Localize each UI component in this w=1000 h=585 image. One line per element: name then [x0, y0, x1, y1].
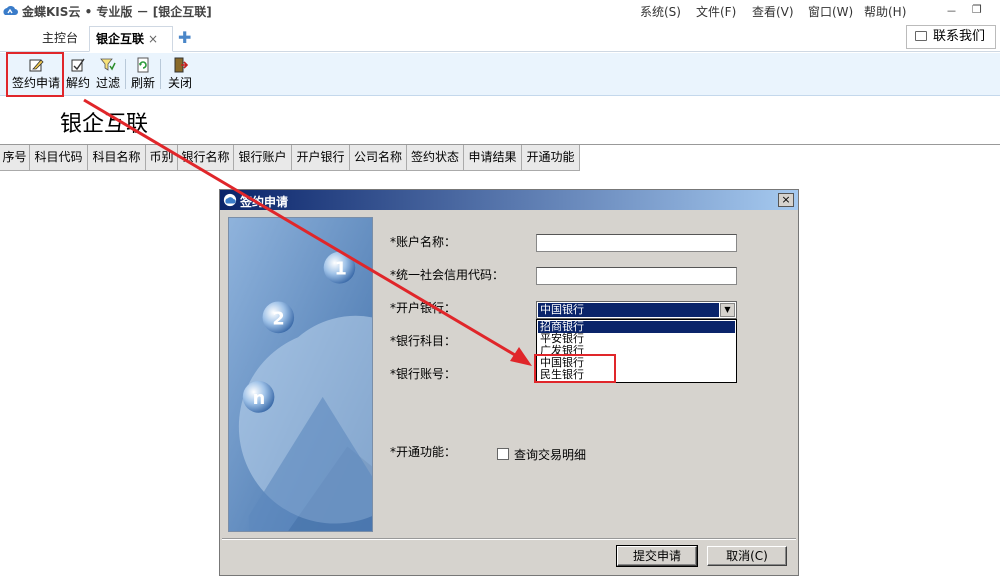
unsign-button[interactable]: 解约: [64, 55, 92, 93]
col-bank-name[interactable]: 银行名称: [178, 145, 234, 171]
contact-us-button[interactable]: 联系我们: [906, 25, 996, 49]
account-number-label: *银行账号：: [390, 367, 457, 381]
svg-text:2: 2: [272, 308, 284, 329]
credit-code-label: *统一社会信用代码：: [390, 268, 505, 282]
svg-text:1: 1: [335, 259, 347, 280]
dialog-close-button[interactable]: ×: [778, 193, 794, 207]
col-currency[interactable]: 币别: [146, 145, 178, 171]
col-open-bank[interactable]: 开户银行: [292, 145, 350, 171]
menu-system[interactable]: 系统(S): [640, 3, 696, 20]
contact-label: 联系我们: [933, 29, 986, 44]
sign-apply-highlight: [6, 52, 64, 97]
refresh-label: 刷新: [130, 76, 155, 90]
page-title: 银企互联: [60, 112, 149, 137]
chevron-down-icon[interactable]: ▼: [720, 303, 735, 317]
sign-apply-dialog: 签约申请 × 1 2 n *账户名称： *统一社会信用代码： *开户银行： 中国…: [219, 189, 799, 576]
dialog-title-bar: 签约申请 ×: [220, 190, 798, 210]
col-function[interactable]: 开通功能: [522, 145, 580, 171]
tab-close-icon[interactable]: ×: [148, 32, 158, 46]
grid-header: 序号 科目代码 科目名称 币别 银行名称 银行账户 开户银行 公司名称 签约状态…: [0, 145, 580, 171]
chat-icon: [915, 31, 927, 41]
app-logo-icon: [223, 193, 237, 207]
toolbar-divider: [125, 59, 126, 89]
col-subject-name[interactable]: 科目名称: [88, 145, 146, 171]
dialog-title: 签约申请: [240, 195, 289, 209]
unsign-label: 解约: [65, 76, 90, 90]
query-detail-checkbox[interactable]: [497, 448, 509, 460]
close-label: 关闭: [167, 76, 192, 90]
col-company-name[interactable]: 公司名称: [350, 145, 407, 171]
col-bank-account[interactable]: 银行账户: [234, 145, 292, 171]
account-name-label: *账户名称：: [390, 235, 457, 249]
col-subject-code[interactable]: 科目代码: [30, 145, 88, 171]
title-bar: 金蝶KIS云 • 专业版 － [银企互联] 系统(S) 文件(F) 查看(V) …: [0, 0, 1000, 22]
submit-button[interactable]: 提交申请: [616, 545, 698, 567]
filter-label: 过滤: [95, 76, 120, 90]
tab-bank-enterprise[interactable]: 银企互联 ×: [89, 26, 173, 52]
cancel-button[interactable]: 取消(C): [707, 546, 787, 566]
col-sign-status[interactable]: 签约状态: [407, 145, 464, 171]
col-apply-result[interactable]: 申请结果: [464, 145, 522, 171]
menu-bar: 系统(S) 文件(F) 查看(V) 窗口(W) 帮助(H): [640, 3, 920, 20]
open-bank-label: *开户银行：: [390, 301, 457, 315]
exit-icon: [174, 57, 188, 73]
bank-subject-label: *银行科目：: [390, 334, 457, 348]
menu-view[interactable]: 查看(V): [752, 3, 808, 20]
query-detail-label: 查询交易明细: [514, 448, 587, 462]
dialog-divider: [222, 538, 796, 540]
window-title: 金蝶KIS云 • 专业版 － [银企互联]: [22, 5, 212, 19]
wizard-banner-image: 1 2 n: [228, 217, 373, 532]
account-name-input[interactable]: [536, 234, 737, 252]
open-bank-select[interactable]: 中国银行 ▼: [536, 301, 737, 319]
function-label: *开通功能：: [390, 445, 457, 459]
app-logo-icon: [3, 5, 18, 15]
col-index[interactable]: 序号: [0, 145, 30, 171]
menu-help[interactable]: 帮助(H): [864, 3, 920, 20]
bank-option-highlight: [534, 354, 616, 383]
filter-button[interactable]: 过滤: [94, 55, 122, 93]
menu-file[interactable]: 文件(F): [696, 3, 752, 20]
tab-bar: 主控台 银企互联 × ✚ 联系我们: [0, 22, 1000, 52]
unsign-icon: [71, 58, 85, 72]
restore-button[interactable]: ❐: [972, 3, 982, 16]
toolbar: 签约申请 解约 过滤 刷新 关闭: [0, 53, 1000, 96]
toolbar-divider: [160, 59, 161, 89]
tab-home[interactable]: 主控台: [36, 26, 88, 52]
refresh-icon: [137, 57, 149, 73]
tab-home-label: 主控台: [42, 31, 79, 45]
close-button[interactable]: 关闭: [165, 55, 195, 93]
credit-code-input[interactable]: [536, 267, 737, 285]
tab-label: 银企互联: [96, 32, 145, 46]
menu-window[interactable]: 窗口(W): [808, 3, 864, 20]
plus-icon[interactable]: ✚: [178, 28, 191, 47]
minimize-button[interactable]: －: [946, 3, 957, 19]
filter-icon: [100, 58, 116, 71]
svg-text:n: n: [253, 388, 266, 409]
refresh-button[interactable]: 刷新: [129, 55, 157, 93]
open-bank-selected-value: 中国银行: [538, 303, 719, 317]
